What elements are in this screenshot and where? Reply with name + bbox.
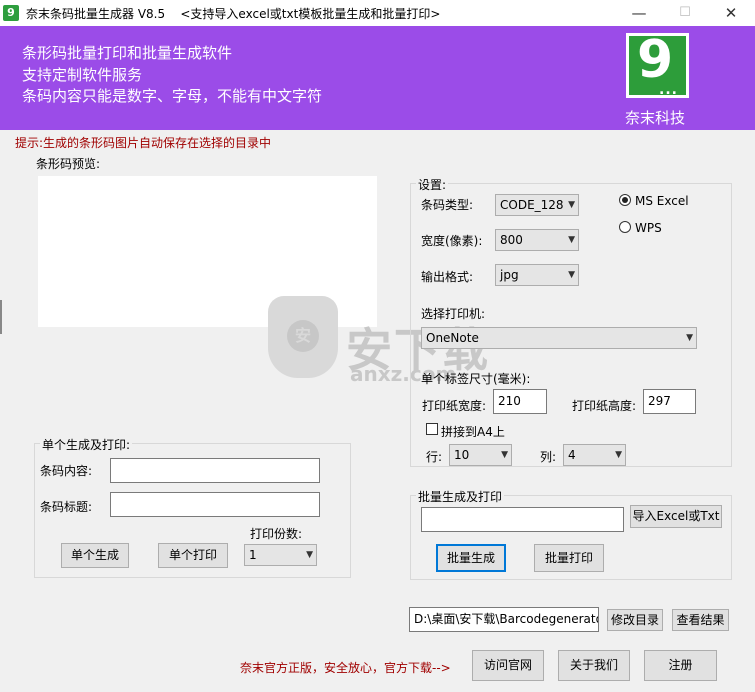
preview-label: 条形码预览: (36, 157, 101, 171)
import-button[interactable]: 导入Excel或Txt (630, 505, 722, 528)
single-title: 单个生成及打印: (40, 436, 133, 453)
title-bar: 9 奈末条码批量生成器 V8.5 <支持导入excel或txt模板批量生成和批量… (0, 0, 755, 26)
printer-label: 选择打印机: (421, 307, 486, 321)
window-subtitle: <支持导入excel或txt模板批量生成和批量打印> (180, 7, 441, 21)
logo-digit: 9 (637, 30, 674, 90)
a4-checkbox[interactable] (426, 423, 438, 435)
paper-width-input[interactable]: 210 (493, 389, 547, 414)
a4-label[interactable]: 拼接到A4上 (441, 423, 505, 440)
window-title: 奈末条码批量生成器 V8.5 <支持导入excel或txt模板批量生成和批量打印… (26, 5, 440, 22)
cols-label: 列: (540, 450, 557, 464)
copies-label: 打印份数: (250, 527, 303, 541)
banner-line-3: 条码内容只能是数字、字母，不能有中文字符 (22, 87, 323, 105)
paper-height-input[interactable]: 297 (643, 389, 696, 414)
cols-select[interactable]: 4 ▼ (563, 444, 626, 466)
change-dir-button[interactable]: 修改目录 (607, 609, 663, 631)
rows-label: 行: (426, 450, 443, 464)
banner-line-1: 条形码批量打印和批量生成软件 (22, 44, 233, 62)
register-button[interactable]: 注册 (644, 650, 717, 681)
batch-generate-button[interactable]: 批量生成 (436, 544, 506, 572)
barcode-type-label: 条码类型: (421, 198, 474, 212)
close-button[interactable]: ✕ (708, 0, 754, 26)
maximize-button[interactable]: ☐ (662, 0, 708, 26)
content-input[interactable] (110, 458, 320, 483)
batch-print-button[interactable]: 批量打印 (534, 544, 604, 572)
view-result-button[interactable]: 查看结果 (672, 609, 729, 631)
copies-select[interactable]: 1 ▼ (244, 544, 317, 566)
chevron-down-icon: ▼ (568, 270, 575, 280)
visit-site-button[interactable]: 访问官网 (472, 650, 544, 681)
radio-wps[interactable] (619, 221, 631, 233)
single-print-button[interactable]: 单个打印 (158, 543, 228, 568)
company-name: 奈末科技 (625, 109, 686, 127)
single-generate-button[interactable]: 单个生成 (61, 543, 129, 568)
printer-select[interactable]: OneNote ▼ (421, 327, 697, 349)
about-button[interactable]: 关于我们 (558, 650, 630, 681)
watermark-shield-icon: 安 (268, 296, 338, 378)
content-label: 条码内容: (40, 464, 93, 478)
label-size-title: 单个标签尺寸(毫米): (421, 372, 531, 386)
barcode-type-select[interactable]: CODE_128 ▼ (495, 194, 579, 216)
window-title-text: 奈末条码批量生成器 V8.5 (26, 7, 166, 21)
format-value: jpg (500, 268, 519, 282)
chevron-down-icon: ▼ (501, 450, 508, 460)
copies-value: 1 (249, 548, 257, 562)
output-dir-input[interactable]: D:\桌面\安下载\Barcodegenerato (409, 607, 599, 632)
rows-select[interactable]: 10 ▼ (449, 444, 512, 466)
width-select[interactable]: 800 ▼ (495, 229, 579, 251)
chevron-down-icon: ▼ (306, 550, 313, 560)
barcode-type-value: CODE_128 (500, 198, 564, 212)
rows-value: 10 (454, 448, 470, 462)
paper-height-label: 打印纸高度: (572, 399, 637, 413)
company-logo: 9 ... (626, 30, 689, 98)
chevron-down-icon: ▼ (686, 333, 693, 343)
banner-line-2: 支持定制软件服务 (22, 66, 143, 84)
radio-wps-label[interactable]: WPS (635, 221, 662, 235)
batch-title: 批量生成及打印 (416, 488, 505, 505)
paper-width-label: 打印纸宽度: (422, 399, 487, 413)
footer-note: 奈末官方正版，安全放心，官方下载--> (240, 661, 451, 675)
caption-input[interactable] (110, 492, 320, 517)
window-edge (0, 300, 2, 334)
hint-text: 提示:生成的条形码图片自动保存在选择的目录中 (15, 136, 272, 150)
caption-label: 条码标题: (40, 500, 93, 514)
chevron-down-icon: ▼ (568, 200, 575, 210)
radio-excel[interactable] (619, 194, 631, 206)
batch-file-input[interactable] (421, 507, 624, 532)
printer-value: OneNote (426, 331, 479, 345)
format-select[interactable]: jpg ▼ (495, 264, 579, 286)
format-label: 输出格式: (421, 270, 474, 284)
radio-excel-label[interactable]: MS Excel (635, 194, 689, 208)
watermark-icon-glyph: 安 (287, 320, 319, 352)
width-value: 800 (500, 233, 523, 247)
minimize-button[interactable]: — (616, 0, 662, 26)
logo-dots: ... (659, 82, 678, 98)
settings-title: 设置: (416, 176, 449, 193)
app-icon: 9 (3, 5, 19, 21)
width-label: 宽度(像素): (421, 234, 483, 248)
cols-value: 4 (568, 448, 576, 462)
chevron-down-icon: ▼ (568, 235, 575, 245)
chevron-down-icon: ▼ (615, 450, 622, 460)
